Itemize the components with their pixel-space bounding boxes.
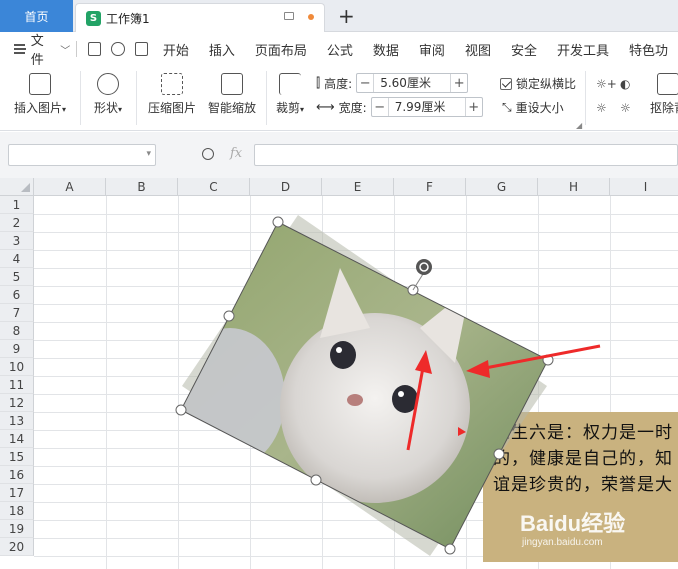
shape-button[interactable]: 形状▾ (88, 73, 128, 116)
width-icon: ⟷ (316, 99, 335, 115)
menu-security[interactable]: 安全 (501, 40, 547, 59)
resize-handle[interactable] (310, 474, 322, 486)
zoom-icon[interactable] (202, 148, 214, 160)
menu-developer[interactable]: 开发工具 (547, 40, 619, 59)
menu-view[interactable]: 视图 (455, 40, 501, 59)
contrast-icon[interactable]: ◐ (620, 77, 630, 91)
chevron-down-icon[interactable]: ▾ (146, 149, 151, 159)
file-menu-button[interactable]: 文件 ﹀ (14, 30, 70, 68)
reset-size-button[interactable]: ⤡ 重设大小 (502, 99, 564, 116)
dialog-launcher-icon[interactable]: ◢ (576, 121, 582, 130)
unsaved-dot-icon (308, 14, 314, 20)
picture-icon (29, 73, 51, 95)
formula-input[interactable] (254, 144, 678, 166)
menu-review[interactable]: 审阅 (409, 40, 455, 59)
name-box[interactable]: ▾ (8, 144, 156, 166)
height-decrement-button[interactable]: − (357, 76, 373, 91)
file-menu-label: 文件 (30, 34, 44, 68)
resize-handle[interactable] (223, 310, 235, 322)
resize-handle[interactable] (493, 448, 505, 460)
brightness-up-icon[interactable]: ☼+ (596, 77, 617, 91)
smart-scale-label: 智能缩放 (207, 101, 256, 115)
crop-icon (279, 73, 301, 95)
rotate-handle-stem (412, 273, 424, 291)
resize-handle[interactable] (175, 404, 187, 416)
baidu-watermark-url: jingyan.baidu.com (522, 537, 603, 548)
spreadsheet-icon: S (86, 10, 101, 26)
width-label: 宽度: (338, 100, 367, 115)
menu-insert[interactable]: 插入 (199, 40, 245, 59)
undo-icon[interactable] (111, 42, 125, 56)
height-increment-button[interactable]: + (451, 76, 467, 91)
save-icon[interactable] (88, 42, 102, 56)
menu-formulas[interactable]: 公式 (317, 40, 363, 59)
divider (136, 71, 137, 125)
print-icon[interactable] (134, 42, 148, 56)
height-input[interactable]: − 5.60厘米 + (356, 73, 469, 93)
resize-handle[interactable] (272, 216, 284, 228)
tab-home[interactable]: 首页 (0, 0, 73, 32)
menu-data[interactable]: 数据 (363, 40, 409, 59)
compress-picture-button[interactable]: 压缩图片 (144, 73, 200, 116)
tab-workbook[interactable]: S 工作簿1 (75, 3, 325, 32)
divider (80, 71, 81, 125)
insert-picture-button[interactable]: 插入图片▾ (10, 73, 70, 116)
menu-home[interactable]: 开始 (153, 40, 199, 59)
crop-label: 裁剪 (275, 101, 300, 115)
insert-picture-label: 插入图片 (13, 101, 62, 115)
remove-background-icon (657, 73, 678, 95)
lock-ratio-checkbox[interactable]: 锁定纵横比 (500, 75, 576, 92)
smart-scale-button[interactable]: 智能缩放 (204, 73, 260, 116)
crop-button[interactable]: 裁剪▾ (272, 73, 308, 116)
menu-bar: 文件 ﹀ 开始 插入 页面布局 公式 数据 审阅 视图 安全 开发工具 特色功 (0, 30, 678, 68)
menu-features[interactable]: 特色功 (619, 40, 678, 59)
divider (266, 71, 267, 125)
new-tab-button[interactable]: + (338, 3, 355, 29)
ribbon-toolbar: 插入图片▾ 形状▾ 压缩图片 智能缩放 裁剪▾ ⫿ 高度: − 5.60厘米 +… (0, 65, 678, 131)
width-increment-button[interactable]: + (466, 100, 482, 115)
spreadsheet-grid[interactable]: A B C D E F G H I 1 2 3 4 5 6 7 8 9 10 1… (0, 178, 678, 569)
fx-icon[interactable]: fx (230, 146, 242, 161)
width-input[interactable]: − 7.99厘米 + (370, 97, 483, 117)
width-decrement-button[interactable]: − (372, 100, 388, 115)
title-bar: 首页 S 工作簿1 + (0, 0, 678, 32)
contrast-down-icon[interactable]: ☼ (620, 101, 631, 115)
lock-ratio-label: 锁定纵横比 (516, 77, 577, 91)
menu-page-layout[interactable]: 页面布局 (245, 40, 317, 59)
divider (76, 41, 78, 57)
reset-size-icon: ⤡ (502, 100, 512, 114)
height-label: 高度: (324, 76, 353, 91)
baidu-watermark: Baidu经验 (520, 511, 626, 536)
remove-background-label: 抠除背 (649, 101, 678, 115)
remove-background-button[interactable]: 抠除背 (648, 73, 678, 116)
chevron-down-icon: ﹀ (60, 45, 71, 57)
tab-workbook-label: 工作簿1 (106, 11, 150, 26)
height-value[interactable]: 5.60厘米 (373, 74, 452, 92)
reset-size-label: 重设大小 (515, 101, 564, 115)
brightness-down-icon[interactable]: ☼ (596, 101, 607, 115)
formula-bar: ▾ fx (0, 132, 678, 178)
height-icon: ⫿ (316, 75, 321, 91)
width-control: ⟷ 宽度: − 7.99厘米 + (316, 97, 483, 117)
compress-icon (161, 73, 183, 95)
compress-picture-label: 压缩图片 (147, 101, 196, 115)
monitor-icon[interactable] (284, 12, 294, 20)
rotate-handle-icon[interactable] (416, 259, 432, 275)
smart-scale-icon (221, 73, 243, 95)
divider (585, 71, 586, 125)
width-value[interactable]: 7.99厘米 (387, 98, 466, 116)
shape-icon (97, 73, 119, 95)
hamburger-icon (14, 44, 26, 54)
shape-label: 形状 (93, 101, 118, 115)
checkbox-checked-icon (500, 77, 512, 90)
height-control: ⫿ 高度: − 5.60厘米 + (316, 73, 469, 93)
resize-handle[interactable] (444, 543, 456, 555)
